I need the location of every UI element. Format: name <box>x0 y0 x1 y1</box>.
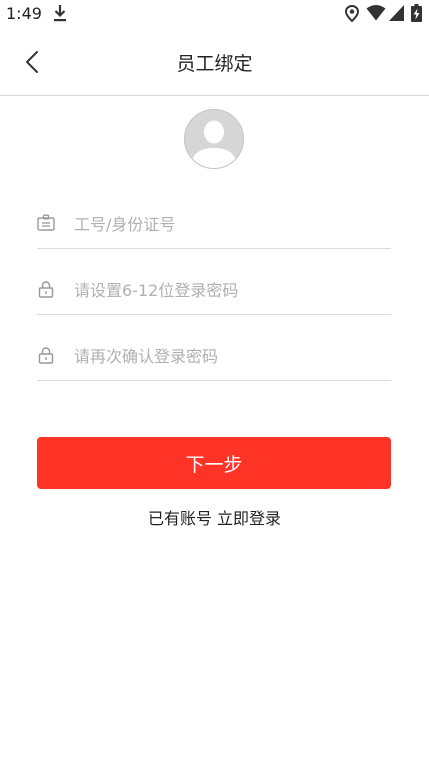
status-bar: 1:49 <box>0 0 429 28</box>
next-step-button[interactable]: 下一步 <box>37 437 391 489</box>
id-card-icon <box>37 214 55 231</box>
lock-icon <box>38 281 54 298</box>
password-field <box>37 270 391 315</box>
status-time: 1:49 <box>6 4 42 23</box>
page-title: 员工绑定 <box>176 53 253 75</box>
lock-icon <box>38 347 54 364</box>
has-account-text: 已有账号 <box>147 509 212 528</box>
password-input[interactable] <box>74 275 384 305</box>
confirm-password-field <box>37 336 391 381</box>
login-now-link[interactable]: 立即登录 <box>217 509 281 528</box>
battery-charging-icon <box>411 4 422 22</box>
location-icon <box>345 5 359 22</box>
download-icon <box>54 5 66 22</box>
confirm-password-input[interactable] <box>74 341 384 371</box>
employee-id-input[interactable] <box>74 209 384 239</box>
employee-id-field <box>37 204 391 249</box>
wifi-icon <box>366 5 386 21</box>
cellular-signal-icon <box>389 5 404 21</box>
login-prompt: 已有账号 立即登录 <box>0 505 429 529</box>
nav-bar: 员工绑定 <box>0 28 429 96</box>
default-avatar-icon[interactable] <box>184 109 244 169</box>
